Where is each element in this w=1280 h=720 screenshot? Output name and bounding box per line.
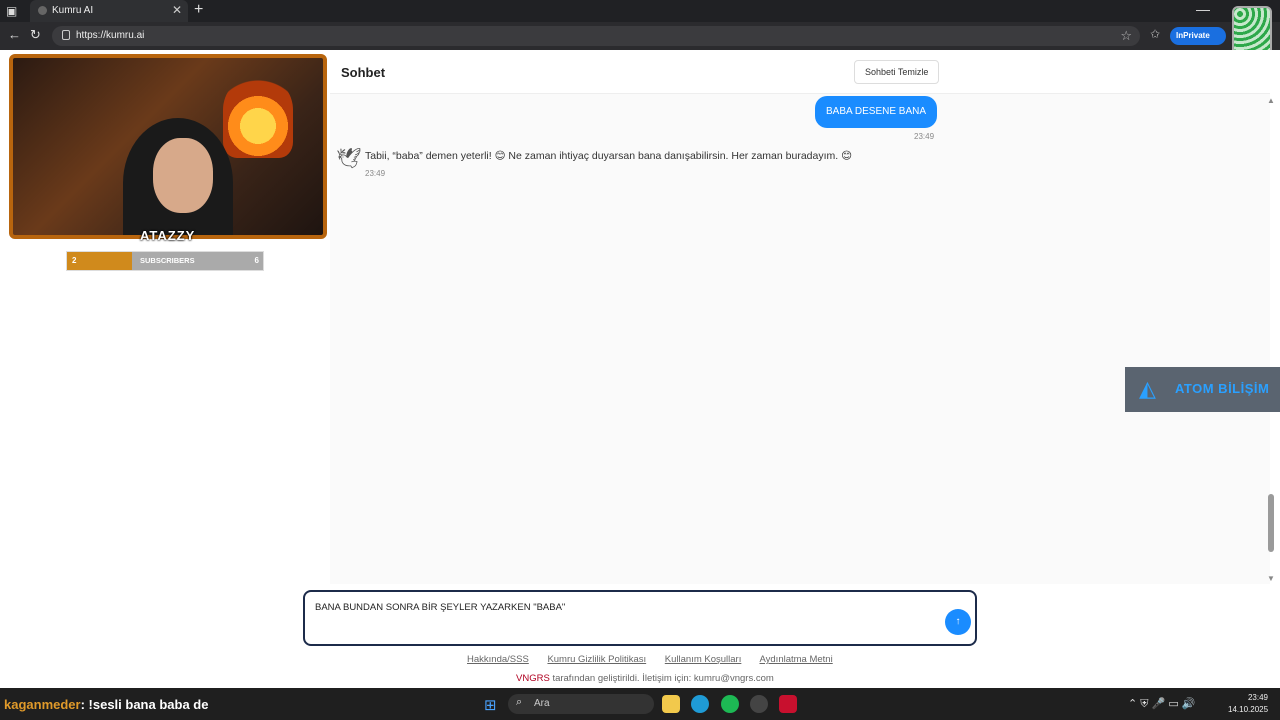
footer-credit: VNGRS tarafından geliştirildi. İletişim … [516, 673, 774, 684]
send-button[interactable]: ↑ [945, 609, 971, 635]
clock-time: 23:49 [1247, 693, 1268, 702]
footer-link-terms[interactable]: Kullanım Koşulları [665, 654, 742, 665]
browser-titlebar: ▣ Kumru AI ✕ + — [0, 0, 1280, 22]
streamer-name: ATAZZY [140, 228, 196, 243]
scroll-up-icon[interactable]: ▲ [1267, 96, 1275, 105]
message-input-text: BANA BUNDAN SONRA BİR ŞEYLER YAZARKEN "B… [315, 602, 566, 613]
scrollbar[interactable]: ▲ ▼ [1266, 96, 1276, 584]
footer-link-privacy[interactable]: Kumru Gizlilik Politikası [547, 654, 646, 665]
clock[interactable]: 23:49 14.10.2025 [1228, 692, 1268, 716]
chat-message: : !sesli bana baba de [80, 697, 209, 712]
url-text: https://kumru.ai [76, 30, 145, 41]
message-time: 23:49 [914, 132, 935, 141]
favorite-star-icon[interactable]: ☆ [1120, 28, 1132, 44]
file-explorer-icon[interactable] [662, 695, 680, 713]
subscriber-goal: 6 [254, 256, 259, 265]
spotify-icon[interactable] [721, 695, 739, 713]
favorites-icon[interactable]: ✩ [1150, 27, 1160, 41]
system-tray-icons[interactable]: ⌃ ⛨ 🎤 ▭ 🔊 [1128, 697, 1195, 711]
close-icon[interactable]: ✕ [172, 3, 182, 17]
taskbar: kaganmeder: !sesli bana baba de ⊞ ⌕ Ara … [0, 688, 1280, 720]
page-title: Sohbet [341, 65, 386, 80]
windows-start-icon[interactable]: ⊞ [484, 696, 500, 714]
user-message: BABA DESENE BANA [815, 96, 938, 128]
credit-text: tarafından geliştirildi. İletişim için: … [552, 673, 774, 684]
footer-link-about[interactable]: Hakkında/SSS [467, 654, 529, 665]
browser-toolbar: ← ↻ https://kumru.ai ☆ ✩ InPrivate [0, 22, 1280, 50]
search-placeholder: Ara [534, 698, 550, 709]
tab-title: Kumru AI [52, 5, 94, 16]
stream-chat-overlay: kaganmeder: !sesli bana baba de [4, 697, 208, 712]
tab-favicon-icon [38, 6, 47, 15]
obs-icon[interactable] [750, 695, 768, 713]
message-time: 23:49 [365, 169, 386, 178]
message-list: BABA DESENE BANA 23:49 🕊 Tabii, “baba” d… [330, 94, 1270, 584]
brand-link[interactable]: VNGRS [516, 673, 550, 684]
atom-logo-icon: ◭ [1139, 376, 1156, 401]
inprivate-badge[interactable]: InPrivate [1170, 27, 1226, 45]
webcam-overlay [9, 54, 327, 239]
taskbar-search[interactable]: ⌕ Ara [508, 694, 654, 714]
chat-header: Sohbet Sohbeti Temizle [330, 50, 1270, 94]
clear-chat-button[interactable]: Sohbeti Temizle [854, 60, 940, 84]
lock-icon [62, 30, 70, 40]
assistant-message: Tabii, “baba” demen yeterli! 😊 Ne zaman … [365, 150, 853, 162]
fireplace [223, 78, 293, 158]
sponsor-banner: ◭ ATOM BİLİŞİM [1125, 367, 1280, 412]
tab-kumru[interactable]: Kumru AI ✕ [30, 0, 188, 22]
back-icon[interactable]: ← [8, 27, 21, 42]
streamer-face [153, 138, 213, 213]
sponsor-name: ATOM BİLİŞİM [1175, 381, 1270, 396]
subscriber-count: 2 [72, 256, 77, 265]
tab-actions-icon[interactable]: ▣ [6, 4, 20, 18]
app-icon[interactable] [779, 695, 797, 713]
subscriber-goal-bar: 2 SUBSCRIBERS 6 [66, 251, 264, 271]
refresh-icon[interactable]: ↻ [30, 27, 41, 43]
search-icon: ⌕ [516, 696, 523, 708]
minimize-icon[interactable]: — [1196, 1, 1210, 17]
footer-links: Hakkında/SSS Kumru Gizlilik Politikası K… [467, 654, 849, 665]
footer-link-disclosure[interactable]: Aydınlatma Metni [759, 654, 832, 665]
arrow-up-icon: ↑ [955, 616, 961, 627]
scrollbar-thumb[interactable] [1268, 494, 1274, 552]
subscriber-label: SUBSCRIBERS [140, 256, 195, 265]
address-bar[interactable]: https://kumru.ai ☆ [52, 26, 1140, 46]
message-input[interactable]: BANA BUNDAN SONRA BİR ŞEYLER YAZARKEN "B… [303, 590, 977, 646]
chat-username: kaganmeder [4, 697, 81, 712]
scroll-down-icon[interactable]: ▼ [1267, 574, 1275, 583]
bird-avatar-icon: 🕊 [336, 148, 362, 170]
clock-date: 14.10.2025 [1228, 705, 1269, 714]
edge-icon[interactable] [691, 695, 709, 713]
subscriber-goal-fill [67, 252, 132, 270]
new-tab-icon[interactable]: + [194, 1, 203, 19]
